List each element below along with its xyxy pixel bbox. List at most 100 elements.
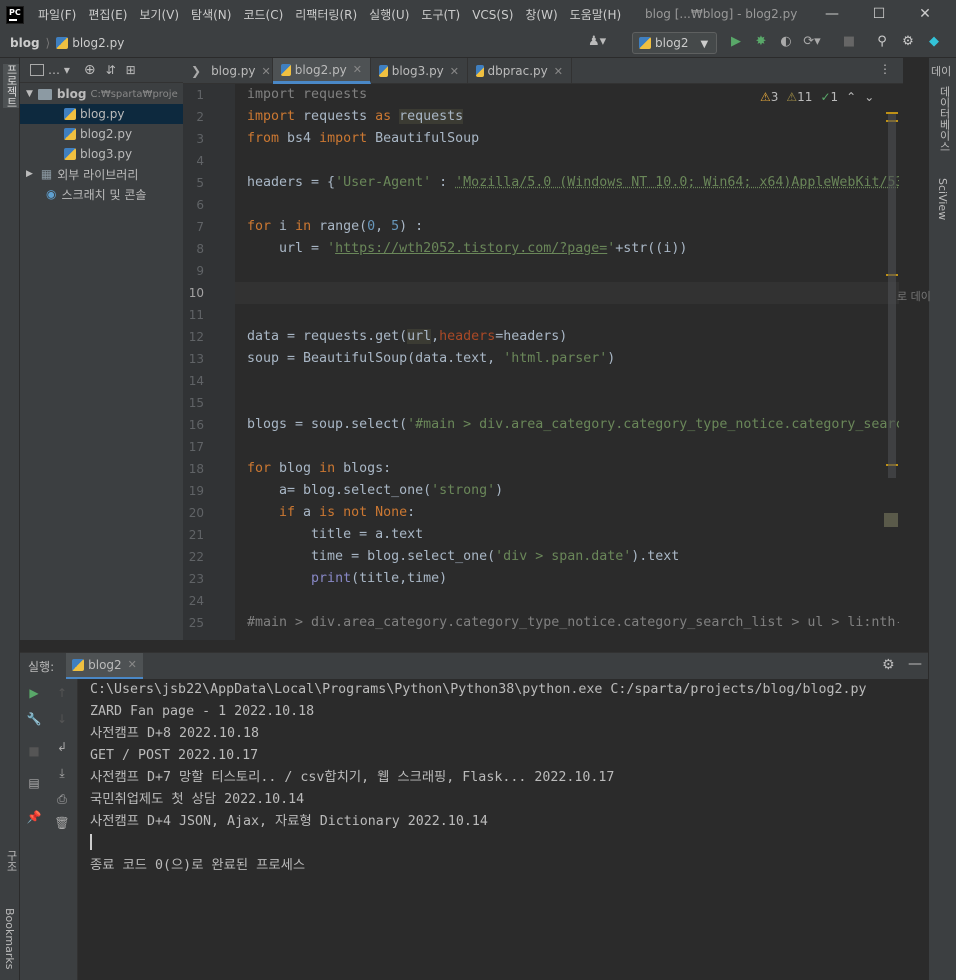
check-icon: ✓	[820, 90, 831, 104]
maximize-icon[interactable]: ☐	[868, 4, 890, 24]
wrench-icon[interactable]: 🔧	[26, 711, 42, 727]
close-window-icon[interactable]: ✕	[914, 4, 936, 24]
line-number: 11	[188, 308, 204, 322]
menu-view[interactable]: 보기(V)	[139, 6, 179, 23]
print-icon[interactable]: ⎙	[54, 791, 70, 807]
menu-help[interactable]: 도움말(H)	[570, 6, 622, 23]
close-icon[interactable]: ✕	[128, 658, 137, 671]
tab-menu-icon[interactable]: ❯	[191, 64, 201, 78]
tab-label: blog2.py	[294, 62, 347, 77]
root-name: blog	[56, 87, 87, 101]
menu-window[interactable]: 창(W)	[525, 6, 557, 23]
layout-icon[interactable]: ▤	[26, 775, 42, 791]
color-preview-box	[884, 513, 898, 527]
menu-code[interactable]: 코드(C)	[243, 6, 283, 23]
editor-hscrollbar[interactable]	[20, 640, 900, 652]
breadcrumb-project[interactable]: blog	[10, 36, 40, 50]
editor-scrollbar-thumb[interactable]	[888, 114, 896, 478]
console-caret-line	[90, 833, 928, 855]
tree-root[interactable]: ▼ blog C:₩sparta₩proje	[20, 84, 183, 104]
coverage-icon[interactable]: ◐	[777, 33, 795, 51]
folder-icon	[37, 88, 52, 100]
weak-warning-count[interactable]: ⚠11	[786, 90, 812, 104]
line-number: 22	[188, 550, 204, 564]
console-output-line: GET / POST 2022.10.17	[90, 748, 259, 763]
run-tab-blog2[interactable]: blog2 ✕	[66, 652, 143, 680]
breadcrumb-file[interactable]: blog2.py	[56, 36, 124, 50]
sciview-tool-tab[interactable]: SciView	[936, 178, 949, 220]
bookmarks-tool-tab[interactable]: Bookmarks	[3, 908, 16, 969]
project-tool-tab[interactable]: 프로젝트	[3, 64, 19, 108]
menu-tools[interactable]: 도구(T)	[421, 6, 460, 23]
profile-icon[interactable]: ⟳▾	[803, 33, 821, 51]
menu-navigate[interactable]: 탐색(N)	[191, 6, 231, 23]
line-number: 18	[188, 462, 204, 476]
chevron-down-icon: ▼	[26, 89, 33, 99]
database-tool-tab[interactable]: 데이터베이스	[936, 86, 952, 152]
debug-icon[interactable]: ✸	[752, 33, 770, 51]
view-dropdown-icon[interactable]: … ▾	[48, 63, 70, 77]
tree-file-blog2[interactable]: blog2.py	[20, 124, 183, 144]
chevron-up-icon[interactable]: ⌃	[846, 90, 856, 104]
editor-tabs: ❯ blog.py ✕ blog2.py ✕ blog3.py ✕ dbprac.py ✕…	[183, 58, 903, 84]
settings-gear-icon[interactable]: ⚙	[899, 33, 917, 51]
scratch-icon: ◉	[46, 187, 57, 201]
pin-icon[interactable]: 📌	[26, 809, 42, 825]
chevron-down-icon[interactable]: ⌄	[864, 90, 874, 104]
stop-icon[interactable]: ■	[26, 743, 42, 759]
collapse-all-icon[interactable]: ⊞	[126, 63, 136, 77]
menu-vcs[interactable]: VCS(S)	[472, 8, 513, 22]
menu-run[interactable]: 실행(U)	[369, 6, 409, 23]
close-icon[interactable]: ✕	[554, 65, 563, 78]
python-file-icon	[281, 63, 291, 76]
typo-count[interactable]: ✓1	[820, 90, 838, 104]
code-editor[interactable]: import requests import requests as reque…	[235, 84, 899, 640]
project-view-icon[interactable]	[30, 64, 44, 76]
menu-file[interactable]: 파일(F)	[38, 6, 76, 23]
tab-blog2[interactable]: blog2.py ✕	[273, 58, 371, 84]
run-console[interactable]: C:\Users\jsb22\AppData\Local\Programs\Py…	[78, 679, 928, 980]
python-icon	[639, 37, 651, 49]
run-icon[interactable]: ▶	[727, 33, 745, 51]
menu-refactor[interactable]: 리팩터링(R)	[295, 6, 357, 23]
hide-panel-icon[interactable]: —	[908, 656, 922, 672]
locate-icon[interactable]: ⊕	[84, 62, 96, 78]
tree-scratches[interactable]: ◉ 스크래치 및 콘솔	[20, 184, 183, 204]
tree-file-blog[interactable]: blog.py	[20, 104, 183, 124]
line-number: 10	[188, 286, 204, 300]
expand-all-icon[interactable]: ⇵	[106, 63, 116, 77]
run-tab-label: blog2	[88, 657, 122, 672]
run-config-select[interactable]: blog2 ▼	[632, 32, 717, 54]
tree-file-blog3[interactable]: blog3.py	[20, 144, 183, 164]
inspection-widget[interactable]: ⚠3 ⚠11 ✓1 ⌃ ⌄	[760, 90, 874, 104]
tree-external-libraries[interactable]: ▶ ▦ 외부 라이브러리	[20, 164, 183, 184]
arrow-down-icon[interactable]: ↓	[54, 711, 70, 727]
toolbox-icon[interactable]: ◆	[925, 33, 943, 51]
error-stripe[interactable]	[884, 84, 900, 640]
console-output-line: 사전캠프 D+7 망할 티스토리.. / csv합치기, 웹 스크래핑, Fla…	[90, 770, 615, 785]
scroll-to-end-icon[interactable]: ⤓	[54, 765, 70, 781]
structure-tool-tab[interactable]: 구조	[3, 850, 19, 872]
tab-blog3[interactable]: blog3.py ✕	[371, 58, 468, 84]
menu-edit[interactable]: 편집(E)	[88, 6, 127, 23]
stop-icon[interactable]: ■	[840, 33, 858, 51]
soft-wrap-icon[interactable]: ↲	[54, 739, 70, 755]
tab-label: blog3.py	[391, 64, 444, 78]
tab-dbprac[interactable]: dbprac.py ✕	[468, 58, 572, 84]
arrow-up-icon[interactable]: ↑	[54, 685, 70, 701]
line-number: 15	[188, 396, 204, 410]
close-icon[interactable]: ✕	[450, 65, 459, 78]
close-icon[interactable]: ✕	[353, 63, 362, 76]
rerun-icon[interactable]: ▶	[26, 685, 42, 701]
minimize-icon[interactable]: —	[821, 4, 843, 24]
search-icon[interactable]: ⚲	[873, 33, 891, 51]
line-number: 3	[196, 132, 204, 146]
warning-count[interactable]: ⚠3	[760, 90, 778, 104]
tab-blog[interactable]: ❯ blog.py ✕	[183, 58, 273, 84]
close-icon[interactable]: ✕	[262, 65, 271, 78]
settings-gear-icon[interactable]: ⚙	[882, 657, 895, 673]
user-icon[interactable]: ♟▾	[588, 33, 606, 51]
more-tabs-icon[interactable]: ⋮	[879, 62, 891, 76]
python-icon	[72, 658, 85, 671]
trash-icon[interactable]: 🗑	[54, 815, 70, 831]
